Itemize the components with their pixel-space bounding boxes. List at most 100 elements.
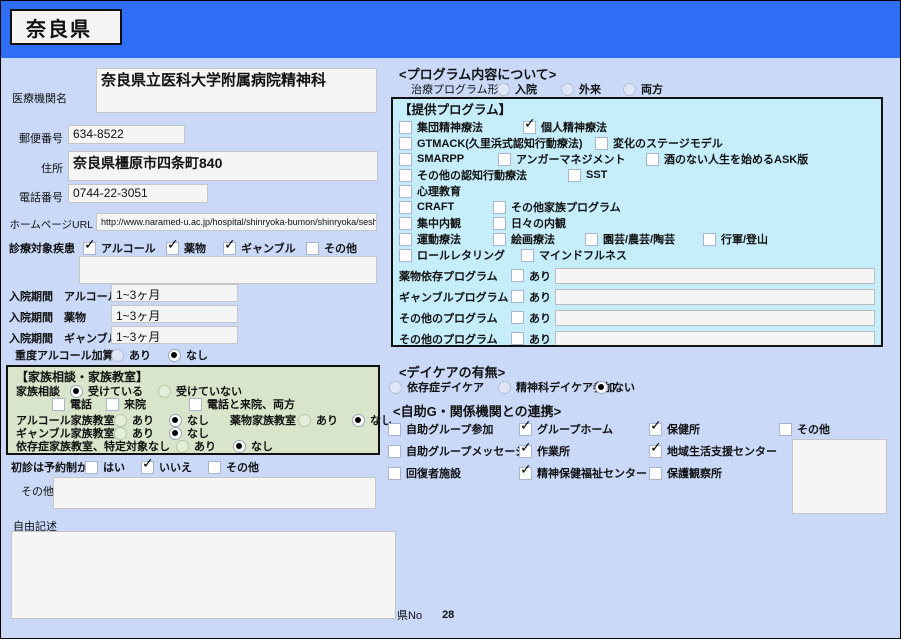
gambling-label: ギャンブル xyxy=(241,243,296,255)
form-inpatient-radio[interactable] xyxy=(497,82,510,96)
form-outpatient-label: 外来 xyxy=(579,84,601,96)
gambling-program-yes-checkbox[interactable] xyxy=(511,290,524,303)
self-help-message-checkbox[interactable] xyxy=(388,444,401,458)
consult-visit-checkbox[interactable] xyxy=(106,397,119,411)
consult-both-label: 電話と来院、両方 xyxy=(207,399,295,411)
drug-program-field[interactable] xyxy=(555,267,875,284)
health-center-checkbox[interactable] xyxy=(649,418,662,436)
other-program-yes-checkbox-2[interactable] xyxy=(511,332,524,345)
no-daycare-radio[interactable] xyxy=(595,380,608,394)
workshop-checkbox[interactable] xyxy=(519,440,532,458)
drug-family-class-yes-radio[interactable] xyxy=(298,413,311,427)
hospital-name-label: 医療機関名 xyxy=(12,93,67,105)
other-field[interactable] xyxy=(53,477,376,509)
disease-other-checkbox[interactable] xyxy=(306,241,319,255)
pref-no-label: 県No xyxy=(397,610,423,622)
craft-checkbox[interactable] xyxy=(399,200,412,214)
anger-management-checkbox[interactable] xyxy=(498,152,511,166)
daily-naikan-checkbox[interactable] xyxy=(493,216,506,230)
self-help-group-checkbox[interactable] xyxy=(388,422,401,436)
gambling-program-row: ギャンブルプログラム あり xyxy=(399,288,875,305)
role-lettering-checkbox[interactable] xyxy=(399,248,412,262)
other-program-yes-checkbox[interactable] xyxy=(511,311,524,324)
zip-field[interactable]: 634-8522 xyxy=(68,125,185,144)
treatment-form-row: 治療プログラム形態 入院 外来 両方 xyxy=(411,81,663,97)
coop-other-checkbox[interactable] xyxy=(779,422,792,436)
program-label: 集団精神療法 xyxy=(417,122,483,134)
provided-programs-panel: 【提供プログラム】 集団精神療法 個人精神療法 GTMACK(久里浜式認知行動療… xyxy=(391,97,883,347)
other-program-field-1[interactable] xyxy=(555,309,875,326)
hiking-checkbox[interactable] xyxy=(703,232,716,246)
art-therapy-checkbox[interactable] xyxy=(493,232,506,246)
cooperation-row: 回復者施設 精神保健福祉センター 保護観察所 xyxy=(388,462,722,481)
dependency-family-class-yes-radio[interactable] xyxy=(176,439,189,453)
form-both-radio[interactable] xyxy=(623,82,636,96)
psychiatric-daycare-radio[interactable] xyxy=(498,380,511,394)
program-label: 運動療法 xyxy=(417,234,461,246)
intensive-naikan-checkbox[interactable] xyxy=(399,216,412,230)
gambling-checkbox[interactable] xyxy=(223,237,236,255)
severe-alcohol-no-radio[interactable] xyxy=(168,348,181,362)
severe-alcohol-yes-radio[interactable] xyxy=(111,348,124,362)
zip-label: 郵便番号 xyxy=(19,133,63,145)
community-support-center-checkbox[interactable] xyxy=(649,440,662,458)
cooperation-other-field[interactable] xyxy=(792,439,887,514)
program-row: 集団精神療法 個人精神療法 xyxy=(399,116,875,135)
program-row: GTMACK(久里浜式認知行動療法) 変化のステージモデル xyxy=(399,135,875,151)
gardening-checkbox[interactable] xyxy=(585,232,598,246)
hospitalization-drug-field[interactable]: 1~3ヶ月 xyxy=(111,305,238,323)
phone-field[interactable]: 0744-22-3051 xyxy=(68,184,208,203)
group-home-checkbox[interactable] xyxy=(519,418,532,436)
other-cbt-checkbox[interactable] xyxy=(399,168,412,182)
disease-note-field[interactable] xyxy=(79,256,377,284)
psychoeducation-checkbox[interactable] xyxy=(399,184,412,198)
gambling-program-field[interactable] xyxy=(555,288,875,305)
treatment-form-label: 治療プログラム形態 xyxy=(411,84,510,96)
exercise-therapy-checkbox[interactable] xyxy=(399,232,412,246)
daycare-row: 依存症デイケア 精神科デイケア参加 ない xyxy=(389,379,635,395)
probation-office-checkbox[interactable] xyxy=(649,466,662,480)
group-psychotherapy-checkbox[interactable] xyxy=(399,120,412,134)
ask-version-checkbox[interactable] xyxy=(646,152,659,166)
consult-phone-checkbox[interactable] xyxy=(52,397,65,411)
drug-program-yes-checkbox[interactable] xyxy=(511,269,524,282)
nashi-label: なし xyxy=(251,441,273,453)
first-visit-other-checkbox[interactable] xyxy=(208,460,221,474)
dependency-daycare-radio[interactable] xyxy=(389,380,402,394)
smarpp-checkbox[interactable] xyxy=(399,152,412,166)
form-outpatient-radio[interactable] xyxy=(561,82,574,96)
other-program-field-2[interactable] xyxy=(555,330,875,345)
program-row: SMARPP アンガーマネジメント 酒のない人生を始めるASK版 xyxy=(399,151,875,167)
mental-health-welfare-center-checkbox[interactable] xyxy=(519,462,532,480)
cooperation-row: 自助グループ参加 グループホーム 保健所 その他 xyxy=(388,418,830,437)
program-label: 行軍/登山 xyxy=(721,234,769,246)
provided-programs-title: 【提供プログラム】 xyxy=(399,103,512,117)
mindfulness-checkbox[interactable] xyxy=(521,248,534,262)
drug-checkbox[interactable] xyxy=(166,237,179,255)
first-visit-no-label: いいえ xyxy=(159,462,192,474)
cooperation-row: 自助グループメッセージ 作業所 地域生活支援センター xyxy=(388,440,777,459)
gtmack-checkbox[interactable] xyxy=(399,136,412,150)
consult-both-checkbox[interactable] xyxy=(189,397,202,411)
hospitalization-gambling-field[interactable]: 1~3ヶ月 xyxy=(111,326,238,344)
stage-model-checkbox[interactable] xyxy=(595,136,608,150)
homepage-url-field[interactable]: http://www.naramed-u.ac.jp/hospital/shin… xyxy=(96,213,377,231)
recovery-facility-checkbox[interactable] xyxy=(388,466,401,480)
first-visit-yes-checkbox[interactable] xyxy=(85,460,98,474)
hospital-name-field[interactable]: 奈良県立医科大学附属病院精神科 xyxy=(96,68,377,113)
dependency-family-class-no-radio[interactable] xyxy=(233,439,246,453)
alcohol-checkbox[interactable] xyxy=(83,237,96,255)
individual-psychotherapy-checkbox[interactable] xyxy=(523,116,536,134)
drug-family-class-no-radio[interactable] xyxy=(352,413,365,427)
program-row: 集中内観 日々の内観 xyxy=(399,215,875,231)
sst-checkbox[interactable] xyxy=(568,168,581,182)
program-label: 変化のステージモデル xyxy=(613,138,723,150)
other-family-program-checkbox[interactable] xyxy=(493,200,506,214)
cooperation-section-title: <自助G・関係機関との連携> xyxy=(393,404,562,419)
prefecture-title: 奈良県 xyxy=(10,9,122,45)
program-label: ロールレタリング xyxy=(417,250,505,262)
address-field[interactable]: 奈良県橿原市四条町840 xyxy=(68,151,378,181)
hospitalization-alcohol-field[interactable]: 1~3ヶ月 xyxy=(111,284,238,302)
free-text-field[interactable] xyxy=(11,531,396,619)
first-visit-no-checkbox[interactable] xyxy=(141,456,154,474)
